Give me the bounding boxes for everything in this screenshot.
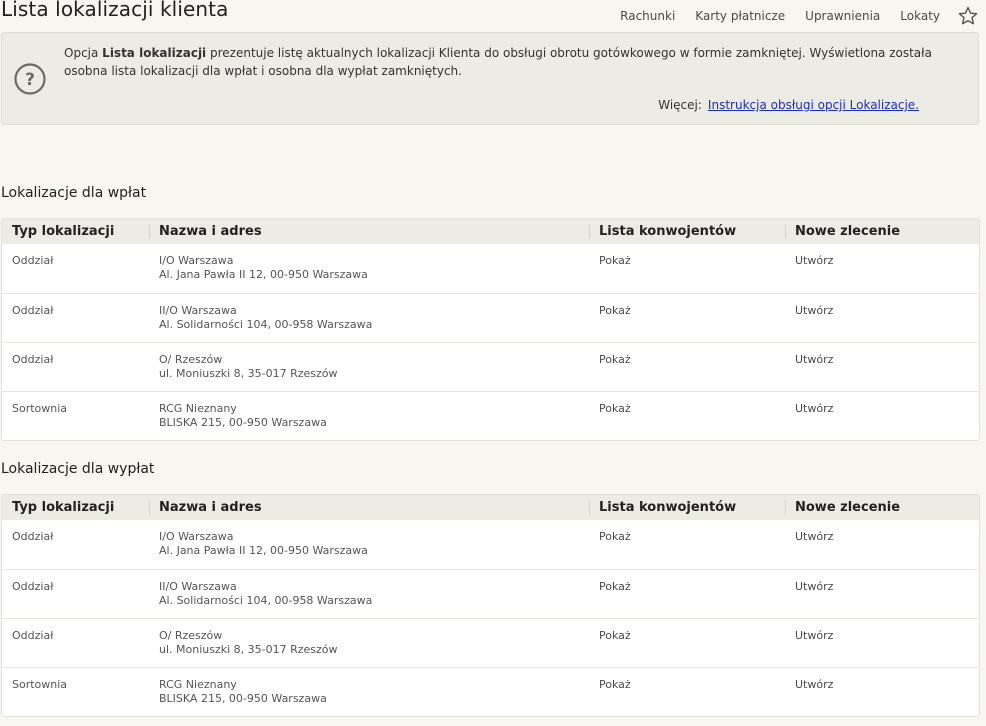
col-header-convoy: Lista konwojentów	[589, 495, 785, 520]
table-row: Sortownia RCG Nieznany BLISKA 215, 00-950…	[2, 391, 979, 440]
show-convoy-link[interactable]: Pokaż	[599, 530, 631, 543]
help-question-icon: ?	[14, 63, 46, 95]
show-convoy-link[interactable]: Pokaż	[599, 678, 631, 691]
location-type: Oddział	[12, 530, 54, 543]
table-header: Typ lokalizacji Nazwa i adres Lista konw…	[2, 495, 979, 520]
col-header-name: Nazwa i adres	[149, 219, 589, 244]
svg-text:?: ?	[25, 70, 35, 90]
more-label: Więcej:	[658, 98, 702, 112]
show-convoy-link[interactable]: Pokaż	[599, 353, 631, 366]
info-option-name: Lista lokalizacji	[102, 46, 207, 60]
location-name: II/O Warszawa	[159, 304, 237, 317]
col-header-order: Nowe zlecenie	[785, 219, 979, 244]
info-more: Więcej: Instrukcja obsługi opcji Lokaliza…	[658, 98, 919, 112]
table-header: Typ lokalizacji Nazwa i adres Lista konw…	[2, 219, 979, 244]
table-row: Oddział I/O Warszawa Al. Jana Pawła II 12…	[2, 244, 979, 293]
location-type: Sortownia	[12, 402, 68, 415]
col-header-convoy: Lista konwojentów	[589, 219, 785, 244]
location-address: Al. Solidarności 104, 00-958 Warszawa	[159, 594, 373, 607]
location-address: ul. Moniuszki 8, 35-017 Rzeszów	[159, 643, 338, 656]
show-convoy-link[interactable]: Pokaż	[599, 304, 631, 317]
show-convoy-link[interactable]: Pokaż	[599, 580, 631, 593]
create-order-link[interactable]: Utwórz	[795, 402, 833, 415]
location-type: Oddział	[12, 580, 54, 593]
location-name: I/O Warszawa	[159, 530, 234, 543]
create-order-link[interactable]: Utwórz	[795, 678, 833, 691]
page-title: Lista lokalizacji klienta	[1, 0, 229, 21]
create-order-link[interactable]: Utwórz	[795, 629, 833, 642]
create-order-link[interactable]: Utwórz	[795, 530, 833, 543]
withdrawals-table: Typ lokalizacji Nazwa i adres Lista konw…	[1, 494, 980, 717]
location-name: RCG Nieznany	[159, 678, 237, 691]
info-description: Opcja Lista lokalizacji prezentuje listę…	[64, 46, 932, 78]
col-header-order: Nowe zlecenie	[785, 495, 979, 520]
table-row: Oddział I/O Warszawa Al. Jana Pawła II 12…	[2, 520, 979, 569]
location-address: BLISKA 215, 00-950 Warszawa	[159, 692, 327, 705]
col-header-name: Nazwa i adres	[149, 495, 589, 520]
info-box: ? Opcja Lista lokalizacji prezentuje lis…	[1, 32, 979, 125]
top-navigation: Rachunki Karty płatnicze Uprawnienia Lok…	[600, 6, 978, 26]
location-type: Sortownia	[12, 678, 68, 691]
table-row: Oddział II/O Warszawa Al. Solidarności 10…	[2, 569, 979, 618]
create-order-link[interactable]: Utwórz	[795, 353, 833, 366]
create-order-link[interactable]: Utwórz	[795, 304, 833, 317]
table-row: Sortownia RCG Nieznany BLISKA 215, 00-950…	[2, 667, 979, 716]
nav-link-lokaty[interactable]: Lokaty	[900, 9, 940, 23]
show-convoy-link[interactable]: Pokaż	[599, 254, 631, 267]
table-row: Oddział II/O Warszawa Al. Solidarności 10…	[2, 293, 979, 342]
location-name: I/O Warszawa	[159, 254, 234, 267]
nav-link-rachunki[interactable]: Rachunki	[620, 9, 675, 23]
deposits-table: Typ lokalizacji Nazwa i adres Lista konw…	[1, 218, 980, 441]
col-header-type: Typ lokalizacji	[12, 500, 115, 515]
nav-link-karty-platnicze[interactable]: Karty płatnicze	[695, 9, 785, 23]
location-type: Oddział	[12, 254, 54, 267]
location-address: Al. Solidarności 104, 00-958 Warszawa	[159, 318, 373, 331]
location-type: Oddział	[12, 629, 54, 642]
show-convoy-link[interactable]: Pokaż	[599, 402, 631, 415]
location-type: Oddział	[12, 353, 54, 366]
table-row: Oddział O/ Rzeszów ul. Moniuszki 8, 35-01…	[2, 342, 979, 391]
location-name: RCG Nieznany	[159, 402, 237, 415]
location-name: O/ Rzeszów	[159, 353, 223, 366]
location-address: Al. Jana Pawła II 12, 00-950 Warszawa	[159, 544, 368, 557]
location-address: BLISKA 215, 00-950 Warszawa	[159, 416, 327, 429]
location-name: O/ Rzeszów	[159, 629, 223, 642]
location-type: Oddział	[12, 304, 54, 317]
instruction-link[interactable]: Instrukcja obsługi opcji Lokalizacje.	[708, 98, 919, 112]
show-convoy-link[interactable]: Pokaż	[599, 629, 631, 642]
location-address: Al. Jana Pawła II 12, 00-950 Warszawa	[159, 268, 368, 281]
favorite-star-icon[interactable]	[958, 6, 978, 26]
nav-link-uprawnienia[interactable]: Uprawnienia	[805, 9, 880, 23]
location-name: II/O Warszawa	[159, 580, 237, 593]
create-order-link[interactable]: Utwórz	[795, 580, 833, 593]
create-order-link[interactable]: Utwórz	[795, 254, 833, 267]
withdrawals-section-title: Lokalizacje dla wypłat	[1, 461, 155, 477]
location-address: ul. Moniuszki 8, 35-017 Rzeszów	[159, 367, 338, 380]
table-row: Oddział O/ Rzeszów ul. Moniuszki 8, 35-01…	[2, 618, 979, 667]
col-header-type: Typ lokalizacji	[12, 224, 115, 239]
deposits-section-title: Lokalizacje dla wpłat	[1, 185, 147, 201]
